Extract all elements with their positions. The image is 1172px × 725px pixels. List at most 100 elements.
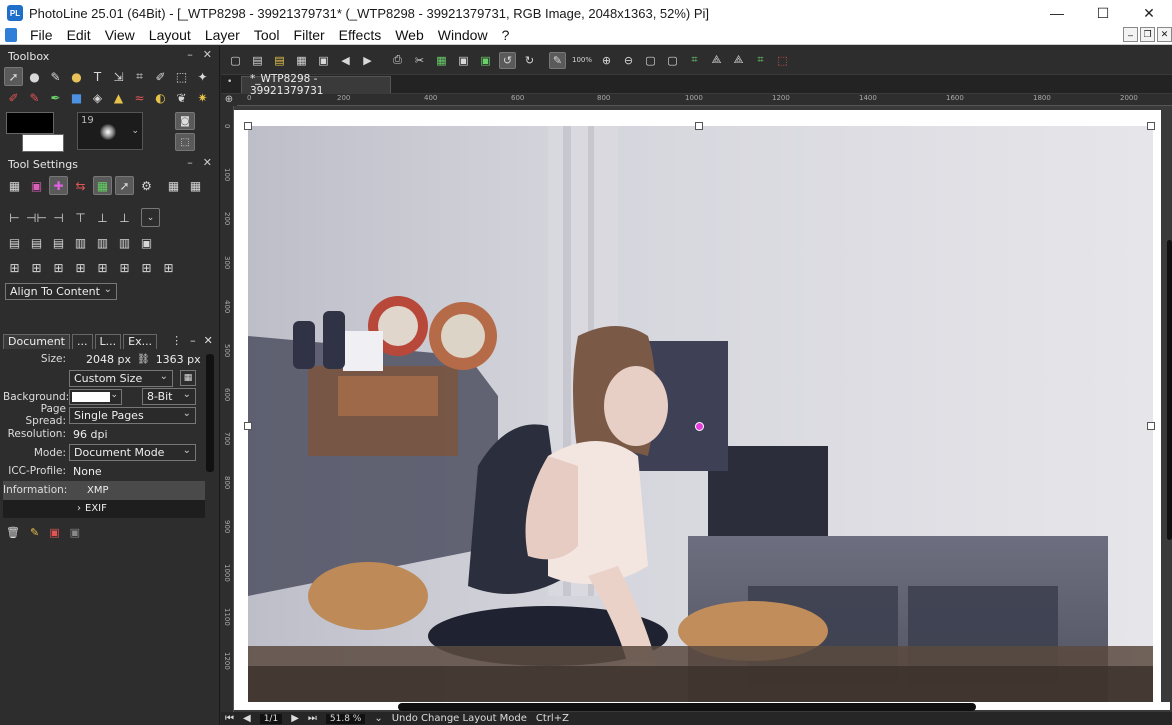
horizontal-ruler[interactable]: 0 200 400 600 800 1000 1200 1400 1600 18…	[237, 94, 1172, 106]
chevron-right-icon[interactable]: ›	[77, 503, 81, 514]
layer-swap-icon[interactable]: ⇆	[71, 176, 90, 195]
cut-icon[interactable]: ✂	[411, 52, 428, 69]
crop-tool-icon[interactable]: ⌗	[130, 67, 149, 86]
tab-document[interactable]: Document	[3, 334, 70, 349]
transparent-select-icon[interactable]: ▦	[5, 176, 24, 195]
brush-size-picker[interactable]: 19 ⌄	[77, 112, 143, 150]
menu-filter[interactable]: Filter	[287, 27, 332, 43]
table-icon[interactable]: ▦	[164, 176, 183, 195]
size-preset-dropdown[interactable]: Custom Size ⌄	[69, 369, 173, 387]
paint-brush-icon[interactable]: ✐	[4, 88, 23, 107]
settings-gear-icon[interactable]: ⚙	[137, 176, 156, 195]
pointer-icon[interactable]: ➚	[115, 176, 134, 195]
undo-icon[interactable]: ↺	[499, 51, 516, 69]
menu-tool[interactable]: Tool	[247, 27, 287, 43]
menu-web[interactable]: Web	[388, 27, 431, 43]
snap-grid-icon[interactable]: ▦	[93, 176, 112, 195]
mode-dropdown[interactable]: Document Mode ⌄	[69, 444, 196, 462]
text-tool-icon[interactable]: T	[88, 67, 107, 86]
zoom-out-icon[interactable]: ⊖	[620, 52, 637, 69]
redo-icon[interactable]: ↻	[521, 52, 538, 69]
tab-export[interactable]: Ex...	[123, 334, 158, 349]
smudge-tool-icon[interactable]: ≈	[130, 88, 149, 107]
ruler-origin-icon[interactable]: ⊕	[221, 94, 237, 106]
export-icon[interactable]: ▣	[70, 526, 80, 539]
trash-icon[interactable]: 🗑	[6, 526, 20, 539]
menu-edit[interactable]: Edit	[60, 27, 98, 43]
bit-depth-dropdown[interactable]: 8-Bit ⌄	[142, 388, 196, 406]
menu-layout[interactable]: Layout	[142, 27, 198, 43]
mdi-close-icon[interactable]: ✕	[1157, 27, 1172, 42]
select-tool-icon[interactable]: ➚	[4, 67, 23, 86]
distribute-bottom-icon[interactable]: ▥	[115, 233, 134, 252]
panel-minimize-icon[interactable]: –	[187, 156, 193, 169]
align-top-icon[interactable]: ⊤	[71, 208, 90, 227]
align-left-icon[interactable]: ⊢	[5, 208, 24, 227]
mdi-restore-icon[interactable]: ❐	[1140, 27, 1155, 42]
new-doc-icon[interactable]: ✎	[30, 526, 39, 539]
close-button[interactable]: ✕	[1126, 0, 1172, 26]
align-bottom-icon[interactable]: ⊥	[115, 208, 134, 227]
copy-icon[interactable]: ▦	[433, 52, 450, 69]
panel-minimize-icon[interactable]: –	[187, 48, 193, 61]
distribute-left-icon[interactable]: ▤	[5, 233, 24, 252]
quick-mask-icon[interactable]: ⬚	[175, 133, 195, 151]
minimize-button[interactable]: —	[1034, 0, 1080, 26]
xmp-item[interactable]: XMP	[87, 485, 109, 496]
horizontal-scrollbar[interactable]	[398, 703, 976, 711]
save-file-icon[interactable]: ▣	[315, 52, 332, 69]
pencil-tool-icon[interactable]: ✎	[25, 88, 44, 107]
fit-width-icon[interactable]: ▢	[664, 52, 681, 69]
height-value[interactable]: 1363 px	[156, 353, 201, 366]
sparkle-tool-icon[interactable]: ✷	[193, 88, 212, 107]
photo-layer[interactable]	[248, 126, 1153, 702]
panel-minimize-icon[interactable]: –	[190, 334, 196, 349]
dodge-tool-icon[interactable]: ◐	[151, 88, 170, 107]
menu-layer[interactable]: Layer	[198, 27, 247, 43]
tab-layers[interactable]: L...	[94, 334, 122, 349]
ellipse-tool-icon[interactable]: ●	[25, 67, 44, 86]
brush-mode-icon[interactable]: ✎	[549, 51, 566, 69]
stamp-tool-icon[interactable]: ▲	[109, 88, 128, 107]
bucket-tool-icon[interactable]: ◈	[88, 88, 107, 107]
new-page-icon[interactable]: ▤	[249, 52, 266, 69]
zoom-field[interactable]: 51.8 %	[325, 713, 366, 724]
flip-vertical-icon[interactable]: ⟁	[730, 52, 747, 69]
rectangle-tool-icon[interactable]: ■	[67, 88, 86, 107]
space-vcenter-icon[interactable]: ⊞	[93, 258, 112, 277]
scan-icon[interactable]: ▦	[293, 52, 310, 69]
space-left-icon[interactable]: ⊞	[5, 258, 24, 277]
document-panel-scrollbar[interactable]	[206, 354, 214, 472]
last-page-icon[interactable]: ⏭	[308, 713, 317, 724]
table-add-icon[interactable]: ▦	[186, 176, 205, 195]
document-tab[interactable]: *_WTP8298 - 39921379731	[241, 73, 391, 97]
distribute-top-icon[interactable]: ▥	[71, 233, 90, 252]
fit-page-icon[interactable]: ▢	[642, 52, 659, 69]
resize-handle-t[interactable]	[695, 122, 703, 130]
panel-menu-icon[interactable]: ⋮	[171, 334, 182, 349]
add-cross-icon[interactable]: ✚	[49, 176, 68, 195]
zoom-in-icon[interactable]: ⊕	[598, 52, 615, 69]
chevron-down-icon[interactable]: ⌄	[131, 126, 139, 136]
first-page-icon[interactable]: ⏮	[225, 713, 234, 724]
zoom-100-button[interactable]: 100%	[571, 52, 593, 69]
magic-wand-icon[interactable]: ✦	[193, 67, 212, 86]
brush-palette-icon[interactable]: ✎	[46, 67, 65, 86]
select-all-icon[interactable]: ⬚	[774, 52, 791, 69]
resize-handle-tr[interactable]	[1147, 122, 1155, 130]
space-right-icon[interactable]: ⊞	[49, 258, 68, 277]
width-value[interactable]: 2048 px	[86, 353, 131, 366]
clone-tool-icon[interactable]: ✒	[46, 88, 65, 107]
flip-horizontal-icon[interactable]: ⟁	[708, 52, 725, 69]
color-well[interactable]	[6, 112, 72, 152]
arrow-right-icon[interactable]: ▶	[359, 52, 376, 69]
background-color-picker[interactable]: ⌄	[69, 388, 122, 405]
open-file-icon[interactable]: ▤	[271, 52, 288, 69]
maximize-button[interactable]: ☐	[1080, 0, 1126, 26]
new-document-icon[interactable]: ▢	[227, 52, 244, 69]
link-chain-icon[interactable]: ⛓	[137, 354, 150, 365]
background-color[interactable]	[22, 134, 64, 152]
space-hcenter-icon[interactable]: ⊞	[27, 258, 46, 277]
menu-view[interactable]: View	[98, 27, 142, 43]
page-spread-dropdown[interactable]: Single Pages ⌄	[69, 406, 196, 424]
